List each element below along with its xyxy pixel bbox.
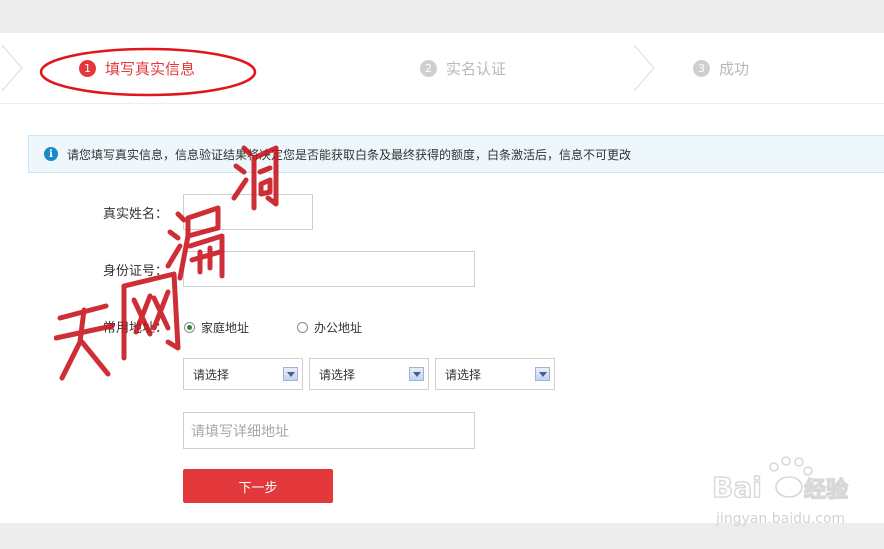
chevron-right-icon <box>1 44 23 92</box>
radio-unchecked-icon[interactable] <box>297 322 308 333</box>
step-3-label: 成功 <box>719 59 750 78</box>
district-select[interactable]: 请选择 <box>435 358 555 390</box>
detail-address-input[interactable]: 请填写详细地址 <box>183 412 475 449</box>
baidu-jingyan-logo: Bai 经验 jingyan.baidu.com <box>712 456 849 527</box>
chevron-down-icon[interactable] <box>409 367 424 381</box>
svg-text:经验: 经验 <box>804 477 848 503</box>
radio-office-address[interactable]: 办公地址 <box>297 319 362 336</box>
city-select-value: 请选择 <box>319 367 356 382</box>
chevron-down-icon[interactable] <box>535 367 550 381</box>
baidu-url: jingyan.baidu.com <box>715 511 845 527</box>
svg-text:Bai: Bai <box>712 471 762 504</box>
step-2: 2 实名认证 <box>420 33 506 103</box>
radio-office-label: 办公地址 <box>314 321 363 335</box>
step-3: 3 成功 <box>693 33 749 103</box>
handwritten-watermark <box>54 145 279 381</box>
step-2-number: 2 <box>420 59 437 77</box>
step-3-number: 3 <box>693 59 710 77</box>
next-step-button[interactable]: 下一步 <box>183 469 333 503</box>
city-select[interactable]: 请选择 <box>309 358 429 390</box>
red-ellipse-annotation <box>40 47 257 97</box>
chevron-right-icon <box>633 44 655 92</box>
step-2-label: 实名认证 <box>446 59 507 78</box>
district-select-value: 请选择 <box>445 367 482 382</box>
steps-bar: 1 填写真实信息 2 实名认证 3 成功 <box>0 33 884 104</box>
